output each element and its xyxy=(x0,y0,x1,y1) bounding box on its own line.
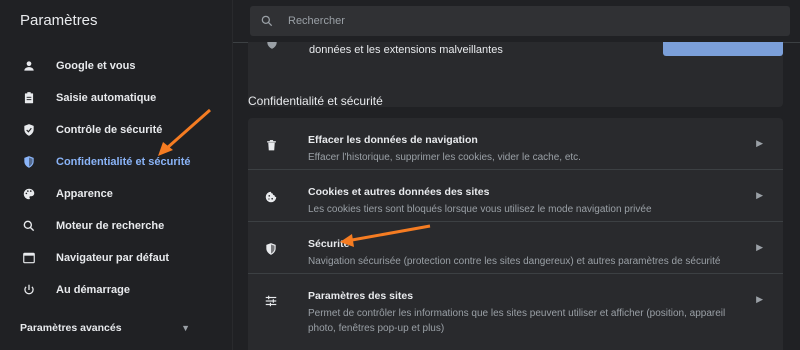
row-title: Cookies et autres données des sites xyxy=(308,186,490,198)
sidebar-item-search-engine[interactable]: Moteur de recherche xyxy=(0,210,233,242)
browser-icon xyxy=(20,249,38,267)
safe-browsing-text: données et les extensions malveillantes xyxy=(309,44,503,56)
sidebar-item-label: Au démarrage xyxy=(56,284,130,296)
sidebar-item-label: Confidentialité et sécurité xyxy=(56,156,191,168)
sidebar-item-label: Contrôle de sécurité xyxy=(56,124,163,136)
palette-icon xyxy=(20,185,38,203)
row-title: Sécurité xyxy=(308,238,350,250)
row-subtitle: Effacer l'historique, supprimer les cook… xyxy=(308,152,581,163)
search-icon xyxy=(20,217,38,235)
sidebar-item-google[interactable]: Google et vous xyxy=(0,50,233,82)
sidebar-item-autofill[interactable]: Saisie automatique xyxy=(0,82,233,114)
sidebar: Paramètres Google et vous Saisie automat… xyxy=(0,0,233,350)
sidebar-item-label: Google et vous xyxy=(56,60,136,72)
search-box[interactable] xyxy=(250,6,790,36)
row-title: Paramètres des sites xyxy=(308,290,414,302)
sidebar-item-label: Navigateur par défaut xyxy=(56,252,170,264)
sidebar-item-safety-check[interactable]: Contrôle de sécurité xyxy=(0,114,233,146)
action-button[interactable] xyxy=(663,42,783,56)
row-clear-browsing-data[interactable]: Effacer les données de navigation Efface… xyxy=(248,118,783,170)
shield-icon xyxy=(265,42,279,55)
clipboard-icon xyxy=(20,89,38,107)
main-content: données et les extensions malveillantes … xyxy=(233,42,800,350)
sidebar-item-label: Apparence xyxy=(56,188,113,200)
sidebar-item-appearance[interactable]: Apparence xyxy=(0,178,233,210)
row-cookies[interactable]: Cookies et autres données des sites Les … xyxy=(248,170,783,222)
chevron-down-icon: ▼ xyxy=(181,323,190,333)
top-bar xyxy=(233,0,800,43)
sliders-icon xyxy=(262,292,280,310)
sidebar-item-label: Saisie automatique xyxy=(56,92,157,104)
sidebar-nav: Google et vous Saisie automatique Contrô… xyxy=(0,50,233,306)
row-security[interactable]: Sécurité Navigation sécurisée (protectio… xyxy=(248,222,783,274)
advanced-settings-toggle[interactable]: Paramètres avancés ▼ xyxy=(20,322,190,334)
row-subtitle: Navigation sécurisée (protection contre … xyxy=(308,256,721,267)
sidebar-item-on-startup[interactable]: Au démarrage xyxy=(0,274,233,306)
sidebar-item-privacy[interactable]: Confidentialité et sécurité xyxy=(0,146,233,178)
row-site-settings[interactable]: Paramètres des sites Permet de contrôler… xyxy=(248,274,783,350)
chevron-right-icon: ▶ xyxy=(756,190,763,200)
power-icon xyxy=(20,281,38,299)
row-title: Effacer les données de navigation xyxy=(308,134,478,146)
chevron-right-icon: ▶ xyxy=(756,242,763,252)
chevron-right-icon: ▶ xyxy=(756,138,763,148)
trash-icon xyxy=(262,136,280,154)
person-icon xyxy=(20,57,38,75)
privacy-settings-card: Effacer les données de navigation Efface… xyxy=(248,118,783,350)
app-title: Paramètres xyxy=(20,12,98,29)
advanced-settings-label: Paramètres avancés xyxy=(20,322,122,334)
shield-icon xyxy=(262,240,280,258)
shield-icon xyxy=(20,153,38,171)
row-subtitle: Les cookies tiers sont bloqués lorsque v… xyxy=(308,204,652,215)
search-input[interactable] xyxy=(286,14,770,28)
section-title: Confidentialité et sécurité xyxy=(248,94,383,108)
row-subtitle: Permet de contrôler les informations que… xyxy=(308,308,726,334)
shield-check-icon xyxy=(20,121,38,139)
cookie-icon xyxy=(262,188,280,206)
sidebar-item-default-browser[interactable]: Navigateur par défaut xyxy=(0,242,233,274)
sidebar-item-label: Moteur de recherche xyxy=(56,220,165,232)
search-icon xyxy=(260,14,276,28)
chevron-right-icon: ▶ xyxy=(756,294,763,304)
